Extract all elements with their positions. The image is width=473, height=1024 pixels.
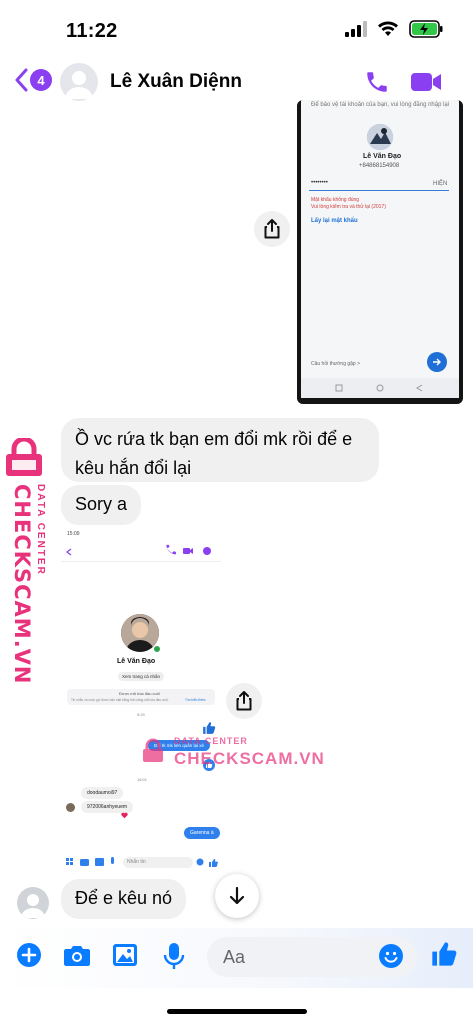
message-bubble-3[interactable]: Để e kêu nó	[61, 879, 187, 919]
back-chevron-icon	[15, 68, 28, 92]
arrow-down-icon	[229, 886, 245, 905]
status-time: 11:22	[66, 20, 118, 42]
img2-profile-name: Lê Văn Đạo	[117, 658, 156, 665]
gallery-icon	[113, 944, 137, 966]
message-bubble-1[interactable]: Ồ vc rứa tk bạn em đổi mk rồi để e kêu h…	[61, 418, 379, 482]
default-avatar-icon	[65, 71, 93, 99]
camera-icon	[64, 946, 90, 966]
login-profile-name: Lê Văn Đạo	[363, 153, 402, 160]
img2-msg-incoming-1: doodaumoi97	[81, 787, 124, 799]
message-1-line-1: Ồ vc rứa tk bạn em đổi mk rồi để e	[75, 429, 353, 449]
video-call-button[interactable]	[410, 70, 442, 99]
img2-view-profile: Xem trang cá nhân	[118, 672, 165, 681]
img2-msg-outgoing-2: Garenna à	[184, 827, 220, 839]
login-info-text: Để bảo vệ tài khoản của bạn, vui lòng đă…	[311, 102, 450, 108]
voice-record-button[interactable]	[163, 942, 185, 975]
arrow-right-icon	[433, 358, 441, 366]
camera-button[interactable]	[63, 942, 91, 973]
padlock-logo-icon	[6, 438, 42, 476]
login-error-2: Vui lòng kiểm tra và thử lại (2017)	[311, 204, 386, 210]
like-button[interactable]	[430, 940, 458, 973]
watermark-center-brand: CHECKSCAM.VN	[174, 749, 325, 768]
img2-encryption-box: Được mã hóa đầu cuối Tin nhắn và cuộc gọ…	[67, 689, 215, 705]
login-password-field: ••••••••	[311, 180, 328, 186]
android-nav-bar	[301, 378, 459, 398]
watermark-sub: DATA CENTER	[35, 484, 46, 576]
shared-image-chat-screen[interactable]: 15:09 Lê Văn Đạo Xem trang cá nhân Được …	[61, 527, 221, 874]
microphone-icon	[163, 943, 185, 969]
share-button-1[interactable]	[254, 211, 290, 247]
message-1-line-2: kêu hắn đổi lại	[75, 458, 192, 478]
audio-call-button[interactable]	[364, 69, 390, 100]
login-screen-content: Để bảo vệ tài khoản của bạn, vui lòng đă…	[301, 100, 459, 398]
login-show-label: HIỆN	[433, 181, 448, 187]
emoji-button[interactable]	[379, 944, 403, 973]
watermark-center-sub: DATA CENTER	[174, 736, 248, 746]
img2-encryption-link: Tìm hiểu thêm	[185, 698, 206, 702]
login-next-button	[427, 352, 447, 372]
share-icon	[264, 219, 280, 239]
message-bubble-2[interactable]: Sory a	[61, 485, 142, 525]
wifi-icon	[378, 21, 398, 36]
message-3-text: Để e kêu nó	[75, 888, 173, 908]
img2-like-icon	[203, 722, 216, 734]
message-composer	[0, 928, 473, 988]
android-nav-icons	[335, 384, 423, 392]
img2-small-avatar	[66, 803, 75, 812]
watermark-brand: CHECKSCAM.VN	[10, 484, 34, 685]
sender-avatar[interactable]	[17, 887, 49, 919]
login-error-1: Mật khẩu không đúng	[311, 197, 360, 203]
watermark-side: CHECKSCAM.VN DATA CENTER	[4, 438, 52, 685]
img2-time-a: 9:29	[137, 712, 145, 717]
share-icon	[236, 691, 252, 711]
login-faq-link: Câu hỏi thường gặp >	[311, 361, 361, 367]
default-avatar-icon	[21, 894, 45, 918]
back-button[interactable]: 4	[14, 68, 52, 92]
img2-encryption-title: Được mã hóa đầu cuối	[119, 691, 160, 696]
img2-header-icons	[61, 544, 221, 562]
thumbs-up-icon	[432, 942, 457, 966]
video-camera-icon	[411, 73, 441, 91]
status-icons	[345, 20, 443, 38]
plus-circle-icon	[17, 943, 41, 967]
shared-image-login-screen[interactable]: Để bảo vệ tài khoản của bạn, vui lòng đă…	[297, 100, 463, 404]
contact-avatar[interactable]	[60, 63, 98, 101]
signal-icon	[345, 21, 367, 37]
contact-name[interactable]: Lê Xuân Diệnn	[110, 71, 242, 93]
padlock-logo-icon	[143, 738, 163, 762]
battery-charging-icon	[409, 20, 443, 38]
phone-icon	[367, 72, 387, 92]
login-forgot-link: Lấy lại mật khẩu	[311, 218, 358, 224]
emoji-icon	[379, 944, 403, 968]
img2-input-placeholder: Nhắn tin	[123, 857, 193, 868]
unread-count-badge: 4	[30, 69, 52, 91]
share-button-2[interactable]	[226, 683, 262, 719]
status-bar: 11:22	[0, 0, 473, 56]
login-input-underline	[309, 190, 449, 191]
scroll-to-bottom-button[interactable]	[215, 874, 259, 918]
img2-encryption-desc: Tin nhắn và cuộc gọi được bảo mật bằng t…	[71, 698, 169, 702]
img2-heart-reaction-icon	[121, 812, 128, 819]
home-indicator	[167, 1009, 307, 1014]
img2-online-dot	[153, 645, 161, 653]
img2-time-b: 16:01	[137, 777, 148, 782]
more-actions-button[interactable]	[16, 942, 42, 973]
gallery-button[interactable]	[112, 942, 138, 973]
message-2-text: Sory a	[75, 494, 128, 514]
login-profile-photo	[367, 124, 393, 150]
login-phone: +84868154908	[359, 163, 400, 169]
